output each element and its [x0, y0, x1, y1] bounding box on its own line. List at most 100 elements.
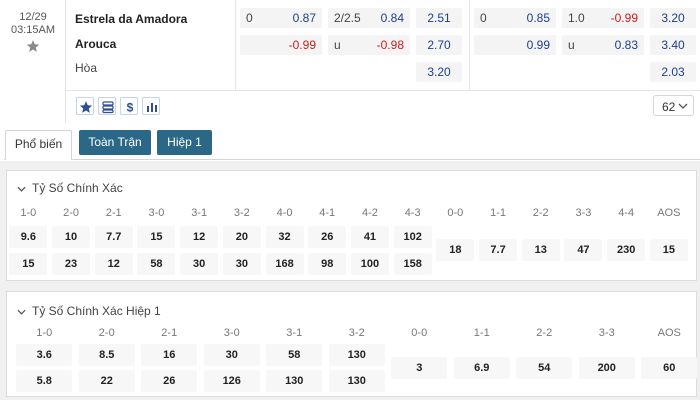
odds-cell-away[interactable]: 126: [203, 370, 260, 392]
odds-cell-home[interactable]: 30: [203, 344, 260, 366]
ft-ou-under[interactable]: u -0.98: [328, 35, 410, 55]
odds-cell-home[interactable]: 8.5: [78, 344, 135, 366]
section-header[interactable]: Tỷ Số Chính Xác Hiệp 1: [17, 304, 161, 318]
odds-cell-draw[interactable]: 54: [516, 357, 573, 379]
h1-ou-over[interactable]: 1.0 -0.99: [562, 8, 644, 28]
h1-ou-under-label: u: [568, 38, 575, 52]
odds-cell-draw[interactable]: 7.7: [479, 239, 518, 261]
score-header: AOS: [657, 207, 681, 219]
h1-1x2-home[interactable]: 3.20: [650, 8, 696, 28]
odds-cell-home[interactable]: 3.6: [16, 344, 73, 366]
odds-cell-home[interactable]: 102: [393, 226, 432, 248]
h1-1x2-away[interactable]: 3.40: [650, 35, 696, 55]
odds-cell-draw[interactable]: 200: [578, 357, 635, 379]
odds-cell-away[interactable]: 58: [137, 253, 176, 275]
score-header: 1-0: [20, 207, 37, 219]
odds-cell-away[interactable]: 22: [78, 370, 135, 392]
score-header: 3-0: [223, 327, 240, 339]
ft-1x2-away[interactable]: 2.70: [416, 35, 462, 55]
home-team[interactable]: Estrela da Amadora: [75, 12, 187, 26]
ft-hdp-home[interactable]: 0 0.87: [240, 8, 322, 28]
ft-ou-under-label: u: [334, 38, 341, 52]
section-header[interactable]: Tỷ Số Chính Xác: [17, 181, 123, 195]
h1-hdp-home-odds: 0.85: [526, 11, 550, 25]
odds-cell-away[interactable]: 168: [265, 253, 304, 275]
score-header: 3-1: [191, 207, 208, 219]
odds-cell-home[interactable]: 58: [266, 344, 323, 366]
odds-cell-home[interactable]: 9.6: [9, 226, 48, 248]
odds-cell-away[interactable]: 130: [328, 370, 385, 392]
odds-cell-draw[interactable]: 60: [641, 357, 698, 379]
odds-cell-home[interactable]: 16: [141, 344, 198, 366]
odds-cell-home[interactable]: 12: [180, 226, 219, 248]
layers-button[interactable]: [98, 97, 116, 115]
svg-text:$: $: [127, 101, 134, 115]
market-tabs: Phổ biến Toàn Trận Hiệp 1: [0, 123, 700, 161]
away-team[interactable]: Arouca: [75, 37, 116, 51]
odds-cell-home[interactable]: 32: [265, 226, 304, 248]
odds-cell-away[interactable]: 15: [9, 253, 48, 275]
odds-cell-home[interactable]: 15: [137, 226, 176, 248]
tab-pho-bien[interactable]: Phổ biến: [5, 130, 72, 160]
odds-cell-draw[interactable]: 15: [649, 239, 688, 261]
ft-ou-line: 2/2.5: [334, 11, 361, 25]
h1-hdp-home[interactable]: 0 0.85: [474, 8, 556, 28]
correct-score-section: Tỷ Số Chính Xác 1-0 9.6 15 2-0 10 23 2-1 7.7 12 3…: [6, 170, 697, 281]
ft-hdp-away[interactable]: -0.99: [240, 35, 322, 55]
tab-hiep-1[interactable]: Hiệp 1: [157, 130, 212, 155]
score-header: 4-4: [618, 207, 635, 219]
star-icon[interactable]: [26, 39, 40, 53]
odds-cell-draw[interactable]: 13: [521, 239, 560, 261]
odds-cell-away[interactable]: 30: [180, 253, 219, 275]
odds-cell-away[interactable]: 98: [308, 253, 347, 275]
odds-cell-home[interactable]: 10: [52, 226, 91, 248]
section-title: Tỷ Số Chính Xác: [32, 181, 123, 195]
h1-ou-under[interactable]: u 0.83: [562, 35, 644, 55]
odds-cell-away[interactable]: 158: [393, 253, 432, 275]
h1-ou-under-odds: 0.83: [614, 38, 638, 52]
odds-cell-away[interactable]: 23: [52, 253, 91, 275]
section-title: Tỷ Số Chính Xác Hiệp 1: [32, 304, 161, 318]
ft-1x2-away-odds: 2.70: [427, 38, 451, 52]
odds-cell-home[interactable]: 20: [222, 226, 261, 248]
odds-cell-away[interactable]: 26: [141, 370, 198, 392]
odds-cell-draw[interactable]: 6.9: [453, 357, 510, 379]
odds-cell-away[interactable]: 12: [94, 253, 133, 275]
odds-cell-draw[interactable]: 18: [436, 239, 475, 261]
ft-ou-over[interactable]: 2/2.5 0.84: [328, 8, 410, 28]
odds-cell-away[interactable]: 130: [266, 370, 323, 392]
odds-cell-away[interactable]: 30: [222, 253, 261, 275]
odds-cell-draw[interactable]: 230: [607, 239, 646, 261]
stats-button[interactable]: [142, 97, 160, 115]
bar-chart-icon: [147, 103, 157, 112]
score-header: 2-0: [98, 327, 115, 339]
score-header: 3-2: [348, 327, 365, 339]
divider: [469, 0, 470, 90]
h1-ou-line: 1.0: [568, 11, 585, 25]
score-header: 4-3: [404, 207, 421, 219]
h1-hdp-away-odds: 0.99: [526, 38, 550, 52]
more-markets-select[interactable]: 62: [653, 95, 694, 116]
odds-cell-away[interactable]: 100: [350, 253, 389, 275]
odds-cell-draw[interactable]: 47: [564, 239, 603, 261]
odds-cell-home[interactable]: 7.7: [94, 226, 133, 248]
score-header: 3-1: [286, 327, 303, 339]
ft-1x2-draw[interactable]: 3.20: [416, 62, 462, 82]
odds-cell-home[interactable]: 130: [328, 344, 385, 366]
h1-hdp-away[interactable]: 0.99: [474, 35, 556, 55]
h1-1x2-draw[interactable]: 2.03: [650, 62, 696, 82]
ft-1x2-home[interactable]: 2.51: [416, 8, 462, 28]
odds-cell-home[interactable]: 41: [350, 226, 389, 248]
ft-1x2-home-odds: 2.51: [427, 11, 451, 25]
score-header: 1-1: [490, 207, 506, 219]
odds-cell-away[interactable]: 5.8: [16, 370, 73, 392]
odds-cell-draw[interactable]: 3: [391, 357, 448, 379]
odds-button[interactable]: $: [120, 97, 138, 115]
score-header: 1-0: [36, 327, 53, 339]
tab-toan-tran[interactable]: Toàn Trận: [79, 130, 151, 155]
favorite-button[interactable]: [76, 97, 94, 115]
ft-ou-under-odds: -0.98: [376, 38, 404, 52]
odds-cell-home[interactable]: 26: [308, 226, 347, 248]
score-header: 3-2: [233, 207, 250, 219]
score-header: 1-1: [473, 327, 490, 339]
